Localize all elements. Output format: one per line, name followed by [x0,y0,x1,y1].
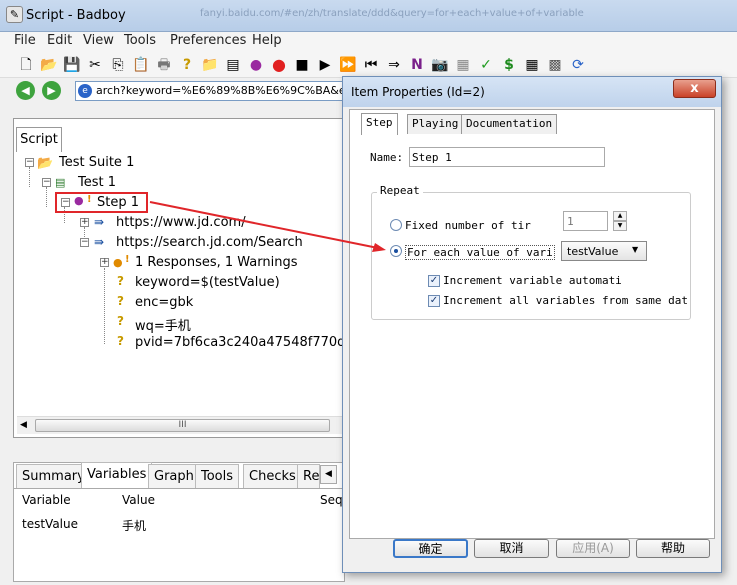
annotation-arrow [149,201,386,252]
